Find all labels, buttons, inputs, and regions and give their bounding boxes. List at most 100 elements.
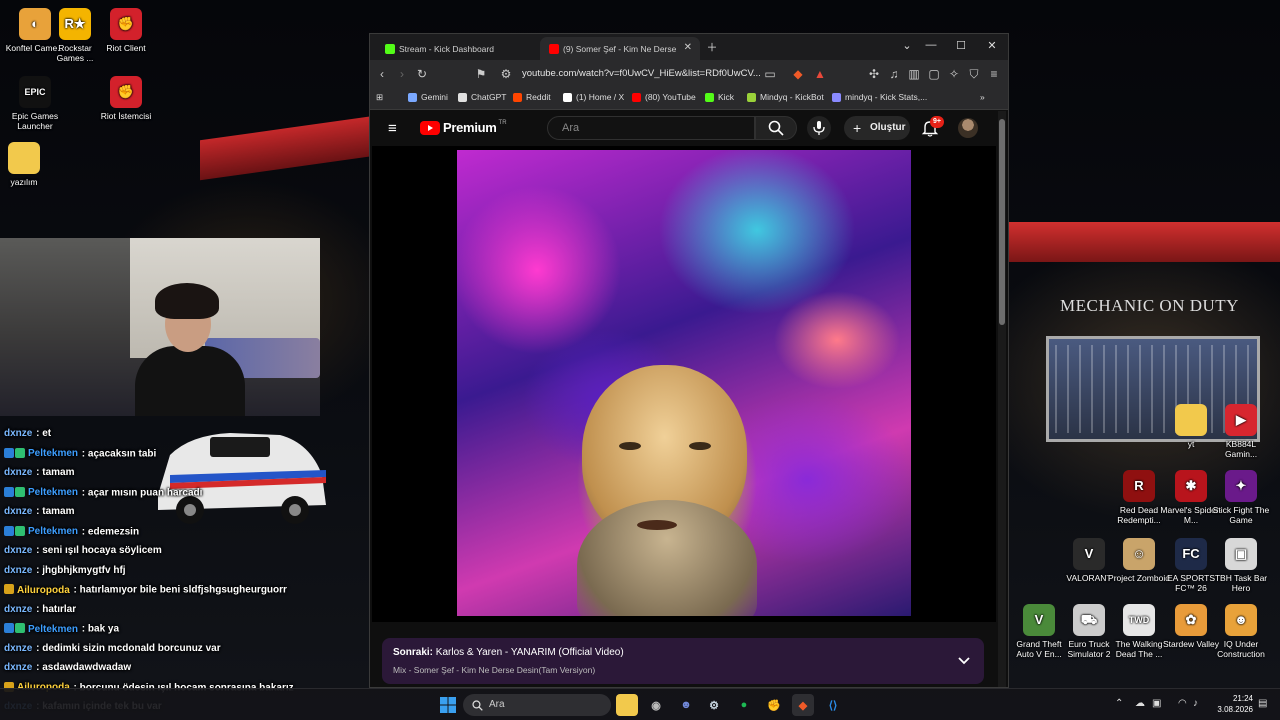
system-clock[interactable]: 21:24 3.08.2026 (1207, 693, 1253, 715)
gas-station-roof-right (1008, 222, 1280, 262)
forward-icon[interactable]: › (394, 66, 410, 82)
account-avatar[interactable] (958, 118, 978, 138)
badge-icon (4, 584, 14, 594)
site-info-icon[interactable]: ⚙ (498, 66, 514, 82)
tab-kick-dashboard[interactable]: Stream - Kick Dashboard (376, 37, 536, 60)
notification-center-icon[interactable]: ▤ (1258, 698, 1267, 709)
hamburger-menu-icon[interactable]: ≡ (388, 120, 397, 137)
desktop-shortcut[interactable]: ▣ TBH Task Bar Hero (1210, 538, 1272, 593)
extensions-icon[interactable]: ✣ (866, 66, 882, 82)
wallet-icon[interactable]: ▢ (926, 66, 942, 82)
bookmark-item[interactable]: Gemini (408, 92, 448, 102)
tray-cloud-icon[interactable]: ☁ (1135, 698, 1145, 709)
chat-message: Ailuropoda : hatırlamıyor bile beni sldf… (4, 584, 287, 596)
user-badges (4, 623, 26, 635)
chat-text: edemezsin (87, 526, 140, 538)
stardew-icon: ✿ (1175, 604, 1207, 636)
close-window-icon[interactable]: ✕ (982, 39, 1002, 52)
obs-icon[interactable]: ◉ (645, 694, 667, 716)
back-icon[interactable]: ‹ (374, 66, 390, 82)
page-scrollbar[interactable] (998, 111, 1006, 687)
vpn-icon[interactable]: ⛉ (966, 66, 982, 82)
close-tab-icon[interactable]: ✕ (684, 42, 692, 53)
bookmark-item[interactable]: ChatGPT (458, 92, 506, 102)
chat-message: dxnze : asdawdawdwadaw (4, 662, 131, 673)
bookmark-item[interactable]: Reddit (513, 92, 551, 102)
badge-icon (4, 486, 14, 497)
chat-separator: : (33, 603, 43, 615)
chat-text: açar mısın puan harcadı (87, 487, 203, 499)
user-badges (4, 447, 26, 460)
brave-rewards-icon[interactable]: ▲ (812, 66, 828, 82)
file-explorer-icon[interactable] (616, 694, 638, 716)
up-next-video-title: Karlos & Yaren - YANARIM (Official Video… (435, 647, 624, 658)
maximize-icon[interactable]: ☐ (951, 39, 971, 52)
user-badges (4, 486, 26, 499)
address-bar[interactable]: youtube.com/watch?v=f0UwCV_HiEw&list=RDf… (520, 65, 780, 83)
create-button[interactable]: + Oluştur (844, 116, 910, 140)
chat-separator: : (33, 467, 43, 478)
chat-text: asdawdawdwadaw (42, 662, 132, 673)
chat-text: jhgbhjkmygtfv hfj (42, 564, 126, 576)
up-next-banner[interactable]: Sonraki: Karlos & Yaren - YANARIM (Offic… (382, 638, 984, 684)
tab-youtube-video[interactable]: (9) Somer Şef - Kim Ne Derse ✕ (540, 37, 700, 60)
bookmark-item[interactable]: Kick (705, 92, 734, 102)
volume-icon[interactable]: ♪ (1193, 698, 1198, 709)
chat-username: dxnze (4, 506, 33, 517)
more-bookmarks-icon[interactable]: » (980, 92, 985, 102)
video-frame[interactable] (457, 150, 911, 616)
desktop-shortcut[interactable]: ✦ Stick Fight The Game (1210, 470, 1272, 525)
leo-icon[interactable]: ✧ (946, 66, 962, 82)
tray-expand-icon[interactable]: ⌃ (1115, 698, 1123, 709)
youtube-premium-logo[interactable]: Premium TR (420, 120, 507, 135)
video-player[interactable] (372, 146, 996, 622)
new-tab-icon[interactable]: ＋ (702, 39, 722, 55)
bookmark-item[interactable]: (80) YouTube (632, 92, 696, 102)
chat-text: hatırlamıyor bile beni sldfjshgsugheurgu… (79, 584, 287, 596)
chat-text: tamam (42, 506, 75, 517)
chat-separator: : (79, 487, 88, 499)
bookmark-item[interactable]: mindyq - Kick Stats,... (832, 92, 927, 102)
steam-icon[interactable]: ⚙ (703, 694, 725, 716)
youtube-search-input[interactable]: Ara (547, 116, 755, 140)
desktop-shortcut[interactable]: ✊ Riot Client (95, 8, 157, 53)
chat-message: dxnze : jhgbhjkmygtfv hfj (4, 565, 126, 576)
cast-icon[interactable]: ▭ (762, 66, 778, 82)
bookmark-icon[interactable]: ⚑ (473, 66, 489, 82)
youtube-search-button[interactable] (755, 116, 797, 140)
chat-message: Peltekmen : edemezsin (4, 525, 140, 538)
discord-icon[interactable]: ☻ (675, 694, 697, 716)
tab-list-icon[interactable]: ⌄ (897, 39, 917, 52)
sidebar-icon[interactable]: ▥ (906, 66, 922, 82)
tray-app-icon[interactable]: ▣ (1152, 698, 1161, 709)
bookmark-item[interactable]: (1) Home / X (563, 92, 624, 102)
youtube-header: ≡ Premium TR Ara + Oluştur 9+ (370, 111, 1000, 145)
webcam-overlay (0, 238, 320, 416)
desktop-shortcut[interactable]: ▶ KB884L Gamin... (1210, 404, 1272, 459)
windows-start-icon[interactable] (440, 697, 456, 713)
brave-browser-icon[interactable]: ◆ (792, 694, 814, 716)
voice-search-button[interactable] (807, 116, 831, 140)
bookmark-label: Mindyq - KickBot (760, 92, 824, 102)
minimize-icon[interactable]: — (921, 39, 941, 51)
riot-taskbar-icon[interactable]: ✊ (763, 694, 785, 716)
bookmark-item[interactable]: Mindyq - KickBot (747, 92, 824, 102)
menu-icon[interactable]: ≡ (986, 66, 1002, 82)
search-icon (768, 120, 784, 136)
chevron-down-icon[interactable] (956, 652, 972, 668)
reload-icon[interactable]: ↻ (414, 66, 430, 82)
desktop-shortcut[interactable]: EPIC Epic Games Launcher (4, 76, 66, 131)
up-next-prefix: Sonraki: (393, 647, 434, 658)
taskbar-search-input[interactable]: Ara (463, 694, 611, 716)
vscode-icon[interactable]: ⟨⟩ (822, 694, 844, 716)
desktop-shortcut[interactable]: ✊ Riot İstemcisi (95, 76, 157, 121)
wifi-icon[interactable]: ◠ (1178, 698, 1187, 709)
desktop-shortcut[interactable]: yazılım (0, 142, 55, 187)
badge-icon (15, 623, 25, 633)
brave-shields-icon[interactable]: ◆ (790, 66, 806, 82)
apps-grid-icon[interactable]: ⊞ (376, 92, 383, 103)
media-icon[interactable]: ♫ (886, 66, 902, 82)
desktop-shortcut[interactable]: ☻ IQ Under Construction (1210, 604, 1272, 659)
scrollbar-thumb[interactable] (999, 119, 1005, 325)
spotify-icon[interactable]: ● (733, 694, 755, 716)
